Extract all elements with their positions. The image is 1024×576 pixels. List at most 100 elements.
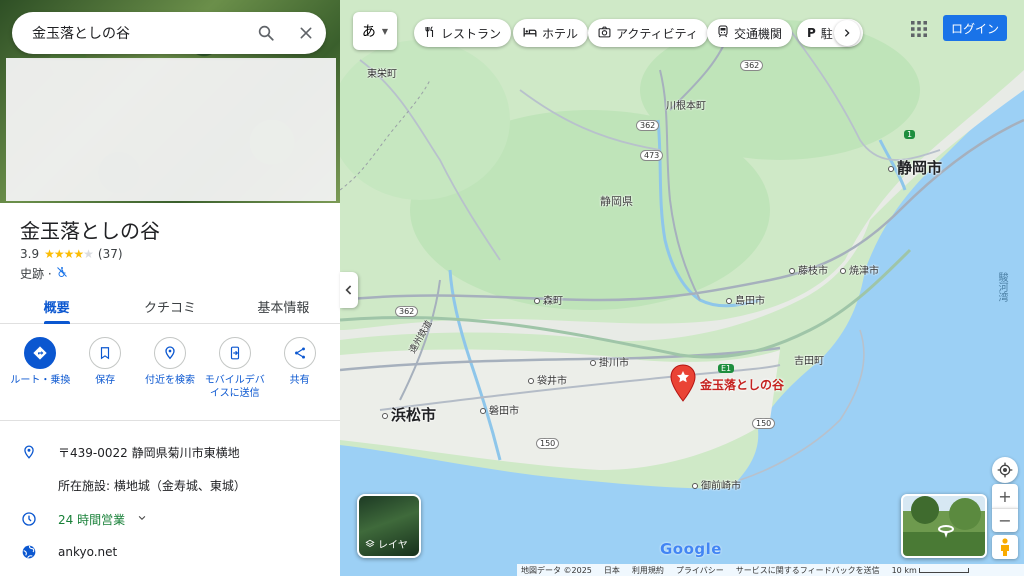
transit-icon	[717, 25, 729, 41]
directions-button[interactable]: ルート・乗換	[10, 337, 70, 400]
place-panel: 金玉落としの谷 金玉落としの谷 3.9 ★★★★★ (37) 史跡 · 概要 ク…	[0, 0, 340, 576]
map-label-kawanemoto[interactable]: 川根本町	[666, 97, 706, 112]
footer-feedback[interactable]: サービスに関するフィードバックを送信	[736, 565, 880, 576]
chip-parking-label: 駐	[820, 26, 833, 41]
pegman-icon	[1001, 538, 1009, 556]
my-location-button[interactable]	[992, 457, 1018, 483]
category-row: 史跡 ·	[20, 265, 68, 282]
route-shield-150a: 150	[536, 438, 560, 449]
layers-label-wrap: レイヤ	[365, 536, 408, 551]
chip-activities[interactable]: アクティビティ	[588, 19, 708, 47]
footer-country[interactable]: 日本	[604, 565, 620, 576]
street-view-thumbnail[interactable]	[901, 494, 987, 558]
chip-hotel-label: ホテル	[542, 26, 579, 41]
minus-icon: −	[998, 511, 1012, 530]
close-icon[interactable]	[286, 13, 326, 53]
hotel-icon	[523, 26, 537, 41]
chip-activities-label: アクティビティ	[616, 26, 698, 41]
map-label-shimada[interactable]: 島田市	[726, 292, 765, 307]
hours-text: 24 時間営業	[58, 512, 126, 527]
map-label-iwata[interactable]: 磐田市	[480, 402, 519, 417]
parking-icon: P	[807, 26, 816, 40]
route-shield-362a: 362	[740, 60, 764, 71]
location-pin-icon	[0, 444, 58, 460]
save-button[interactable]: 保存	[75, 337, 135, 400]
map-label-kakegawa[interactable]: 掛川市	[590, 354, 629, 369]
address-row[interactable]: 〒439-0022 静岡県菊川市東横地	[0, 437, 340, 467]
pegman-button[interactable]	[992, 535, 1018, 559]
chip-transit-label: 交通機関	[734, 26, 783, 41]
apps-grid-icon[interactable]	[906, 16, 932, 42]
map-label-hamamatsu[interactable]: 浜松市	[382, 404, 436, 425]
tab-overview[interactable]: 概要	[0, 290, 113, 323]
send-to-phone-button[interactable]: モバイルデバイスに送信	[205, 337, 265, 400]
map-footer: 地図データ ©2025 日本 利用規約 プライバシー サービスに関するフィードバ…	[517, 564, 1024, 576]
nearby-button[interactable]: 付近を検索	[140, 337, 200, 400]
chevron-right-icon[interactable]	[834, 20, 860, 46]
tab-reviews[interactable]: クチコミ	[113, 290, 226, 323]
map-label-yoshida[interactable]: 吉田町	[794, 352, 824, 367]
collapse-panel-button[interactable]	[340, 272, 358, 308]
chip-transit[interactable]: 交通機関	[707, 19, 793, 47]
google-logo: Google	[660, 540, 722, 558]
map-label-fujieda[interactable]: 藤枝市	[789, 262, 828, 277]
street-view-preview	[911, 496, 981, 538]
map-terrain	[340, 0, 1024, 576]
layers-label: レイヤ	[378, 540, 408, 551]
chip-restaurant[interactable]: レストラン	[414, 19, 512, 47]
share-icon	[283, 337, 316, 369]
share-label: 共有	[289, 375, 310, 386]
map-label-fukuroi[interactable]: 袋井市	[528, 372, 567, 387]
login-button[interactable]: ログイン	[943, 15, 1007, 41]
directions-label: ルート・乗換	[10, 375, 71, 386]
review-count[interactable]: (37)	[98, 247, 123, 261]
map-label-higashisakae[interactable]: 東栄町	[367, 65, 397, 80]
map-label-mori[interactable]: 森町	[534, 292, 563, 307]
address-text: 〒439-0022 静岡県菊川市東横地	[58, 445, 240, 460]
place-marker-label[interactable]: 金玉落としの谷	[700, 376, 784, 393]
tab-about[interactable]: 基本情報	[227, 290, 340, 323]
located-in-row[interactable]: 所在施設: 横地城（金寿城、東城）	[0, 470, 340, 500]
search-box[interactable]: 金玉落としの谷	[12, 12, 326, 54]
chip-hotel[interactable]: ホテル	[513, 19, 589, 47]
layers-button[interactable]: レイヤ	[357, 494, 421, 558]
map-label-omaezaki[interactable]: 御前崎市	[692, 477, 741, 492]
map-label-shizuoka-city[interactable]: 静岡市	[888, 157, 942, 178]
layers-icon	[365, 539, 375, 547]
route-shield-473: 473	[640, 150, 664, 161]
chevron-down-icon[interactable]	[137, 512, 147, 526]
share-button[interactable]: 共有	[270, 337, 330, 400]
action-buttons: ルート・乗換 保存 付近を検索 モバイルデバイスに送信 共有	[0, 337, 340, 400]
hours-row[interactable]: 24 時間営業	[0, 504, 340, 534]
rating-row[interactable]: 3.9 ★★★★★ (37)	[20, 247, 123, 261]
input-mode-button[interactable]: あ ▼	[353, 12, 397, 50]
zoom-in-button[interactable]: +	[992, 484, 1018, 508]
place-marker-icon[interactable]	[670, 364, 696, 406]
caret-down-icon: ▼	[381, 26, 389, 36]
chip-restaurant-label: レストラン	[441, 26, 502, 41]
map-canvas[interactable]: 東栄町 川根本町 静岡県 静岡市 藤枝市 焼津市 島田市 森町 掛川市 袋井市 …	[340, 0, 1024, 576]
footer-scale[interactable]: 10 km	[892, 566, 970, 575]
rating-stars: ★★★★★	[44, 247, 94, 261]
send-to-phone-label: モバイルデバイスに送信	[204, 375, 265, 399]
footer-privacy[interactable]: プライバシー	[676, 565, 724, 576]
search-icon[interactable]	[246, 13, 286, 53]
map-label-shizuoka-pref[interactable]: 静岡県	[600, 193, 633, 209]
photo-placeholder	[6, 58, 336, 201]
website-link[interactable]: ankyo.net	[58, 545, 117, 559]
route-shield-362b: 362	[636, 120, 660, 131]
map-label-yaizu[interactable]: 焼津市	[840, 262, 879, 277]
zoom-out-button[interactable]: −	[992, 508, 1018, 532]
save-label: 保存	[95, 375, 116, 386]
search-input[interactable]: 金玉落としの谷	[32, 23, 246, 43]
footer-terms[interactable]: 利用規約	[632, 565, 664, 576]
camera-icon	[598, 26, 611, 41]
footer-map-data[interactable]: 地図データ ©2025	[521, 565, 592, 576]
kana-label: あ	[361, 24, 376, 40]
place-title: 金玉落としの谷	[20, 219, 160, 243]
website-row[interactable]: ankyo.net	[0, 537, 340, 567]
place-category[interactable]: 史跡 ·	[20, 265, 52, 282]
restaurant-icon	[424, 25, 436, 41]
route-shield-e1: E1	[718, 364, 735, 373]
nearby-icon	[153, 337, 186, 369]
